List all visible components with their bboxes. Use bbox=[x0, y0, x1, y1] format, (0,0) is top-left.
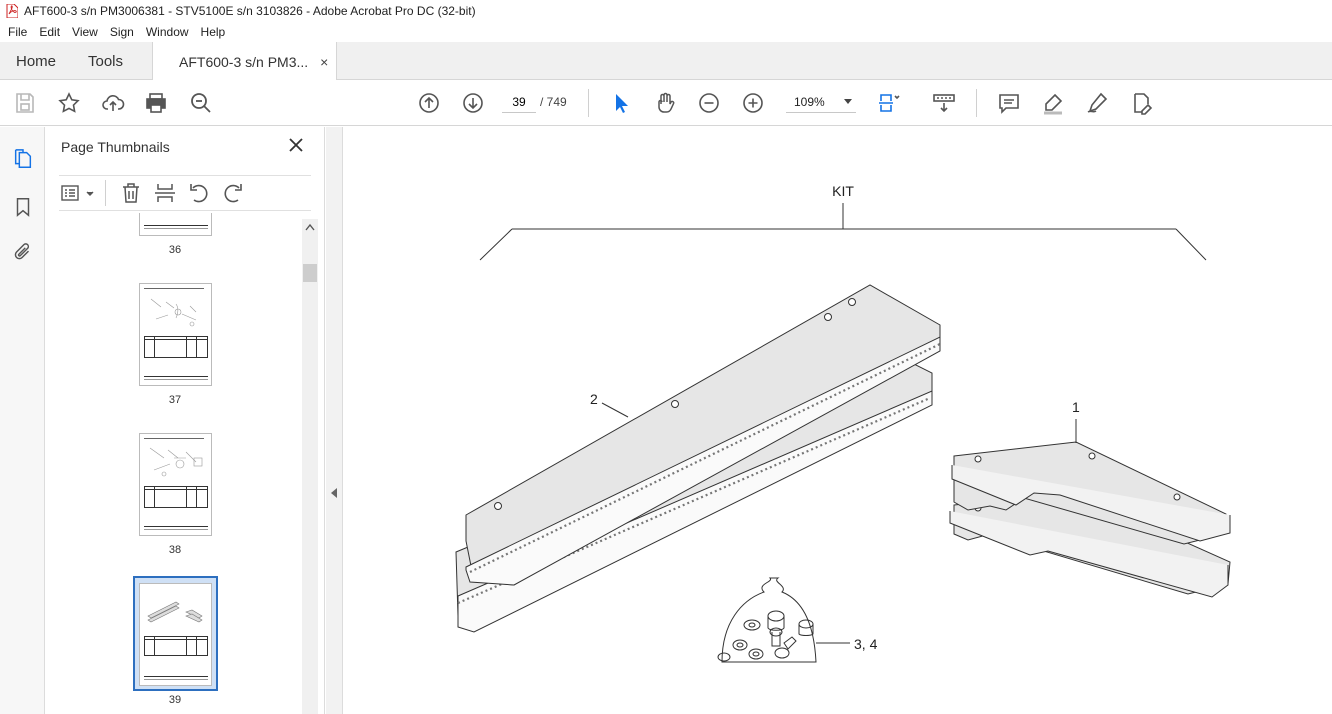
fit-page-icon[interactable] bbox=[876, 90, 902, 116]
main-toolbar bbox=[0, 80, 1332, 126]
menu-file[interactable]: File bbox=[2, 25, 33, 39]
save-icon[interactable] bbox=[12, 90, 38, 116]
zoom-out-icon[interactable] bbox=[696, 90, 722, 116]
thumbnails-panel: Page Thumbnails 36 37 38 39 bbox=[45, 127, 325, 714]
menu-edit[interactable]: Edit bbox=[33, 25, 66, 39]
callout-3-4: 3, 4 bbox=[854, 636, 878, 652]
highlight-icon[interactable] bbox=[1040, 90, 1066, 116]
toolbar-separator bbox=[588, 89, 589, 117]
chevron-down-icon bbox=[844, 98, 852, 104]
scrollbar-thumb[interactable] bbox=[303, 264, 317, 282]
scroll-up-icon[interactable] bbox=[305, 223, 315, 231]
sign-icon[interactable] bbox=[1084, 90, 1110, 116]
zoom-select[interactable]: 109% bbox=[786, 91, 856, 113]
scroll-mode-icon[interactable] bbox=[931, 90, 957, 116]
hand-icon[interactable] bbox=[652, 90, 678, 116]
leader-line bbox=[601, 402, 629, 418]
tab-home[interactable]: Home bbox=[16, 42, 56, 80]
thumbnail-page[interactable] bbox=[139, 283, 212, 386]
parts-drawing: KIT 2 1 3, 4 bbox=[455, 183, 1231, 663]
callout-1: 1 bbox=[1072, 399, 1080, 415]
callout-2: 2 bbox=[590, 391, 598, 407]
panel-toolbar bbox=[59, 175, 311, 211]
page-up-icon[interactable] bbox=[416, 90, 442, 116]
select-arrow-icon[interactable] bbox=[608, 90, 634, 116]
kit-bracket bbox=[479, 203, 1207, 261]
title-bar: AFT600-3 s/n PM3006381 - STV5100E s/n 31… bbox=[0, 0, 1332, 22]
search-icon[interactable] bbox=[188, 90, 214, 116]
extract-pages-icon[interactable] bbox=[154, 182, 176, 204]
thumbnail-label: 39 bbox=[168, 694, 182, 706]
acrobat-logo-icon bbox=[6, 4, 18, 18]
left-rail bbox=[0, 127, 45, 714]
rotate-left-icon[interactable] bbox=[188, 182, 210, 204]
tab-document-label: AFT600-3 s/n PM3... bbox=[179, 53, 309, 70]
document-page: KIT 2 1 3, 4 bbox=[344, 127, 1332, 714]
thumbnail-label: 37 bbox=[168, 394, 182, 406]
page-total: / 749 bbox=[540, 95, 567, 109]
thumbnail-page-selected[interactable] bbox=[139, 583, 212, 686]
hardware-bag bbox=[717, 577, 817, 663]
tab-tools[interactable]: Tools bbox=[88, 42, 123, 80]
trash-icon[interactable] bbox=[120, 182, 142, 204]
toolbar-separator bbox=[976, 89, 977, 117]
upload-icon[interactable] bbox=[100, 90, 126, 116]
close-panel-icon[interactable] bbox=[287, 136, 305, 154]
page-number-input[interactable] bbox=[502, 91, 536, 113]
print-icon[interactable] bbox=[143, 90, 169, 116]
thumbnail-label: 36 bbox=[168, 244, 182, 256]
tab-document[interactable]: AFT600-3 s/n PM3... × bbox=[152, 42, 338, 81]
rotate-right-icon[interactable] bbox=[222, 182, 244, 204]
menu-window[interactable]: Window bbox=[140, 25, 195, 39]
menu-help[interactable]: Help bbox=[195, 25, 232, 39]
thumbnail-scrollbar[interactable] bbox=[302, 219, 318, 714]
window-title: AFT600-3 s/n PM3006381 - STV5100E s/n 31… bbox=[24, 4, 476, 18]
kit-label: KIT bbox=[832, 183, 854, 199]
panel-collapse-strip[interactable] bbox=[326, 127, 343, 714]
toolbar-separator bbox=[105, 180, 106, 206]
panel-title: Page Thumbnails bbox=[61, 139, 170, 155]
menu-sign[interactable]: Sign bbox=[104, 25, 140, 39]
star-icon[interactable] bbox=[56, 90, 82, 116]
tab-bar: Home Tools AFT600-3 s/n PM3... × bbox=[0, 42, 1332, 81]
attachment-icon[interactable] bbox=[11, 240, 35, 264]
thumbnail-list: 36 37 38 39 bbox=[59, 213, 303, 714]
zoom-value: 109% bbox=[794, 94, 825, 109]
thumbnail-label: 38 bbox=[168, 544, 182, 556]
page-down-icon[interactable] bbox=[460, 90, 486, 116]
close-tab-icon[interactable]: × bbox=[320, 54, 328, 70]
bookmark-icon[interactable] bbox=[11, 195, 35, 219]
edit-icon[interactable] bbox=[1128, 90, 1154, 116]
thumbnail-page[interactable] bbox=[139, 433, 212, 536]
page-thumbnails-icon[interactable] bbox=[11, 147, 35, 171]
menu-bar: File Edit View Sign Window Help bbox=[0, 22, 1332, 42]
menu-view[interactable]: View bbox=[66, 25, 104, 39]
zoom-in-icon[interactable] bbox=[740, 90, 766, 116]
comment-icon[interactable] bbox=[996, 90, 1022, 116]
collapse-arrow-icon[interactable] bbox=[330, 487, 338, 499]
thumbnail-page[interactable] bbox=[139, 213, 212, 236]
thumbnail-options-icon[interactable] bbox=[61, 184, 95, 204]
